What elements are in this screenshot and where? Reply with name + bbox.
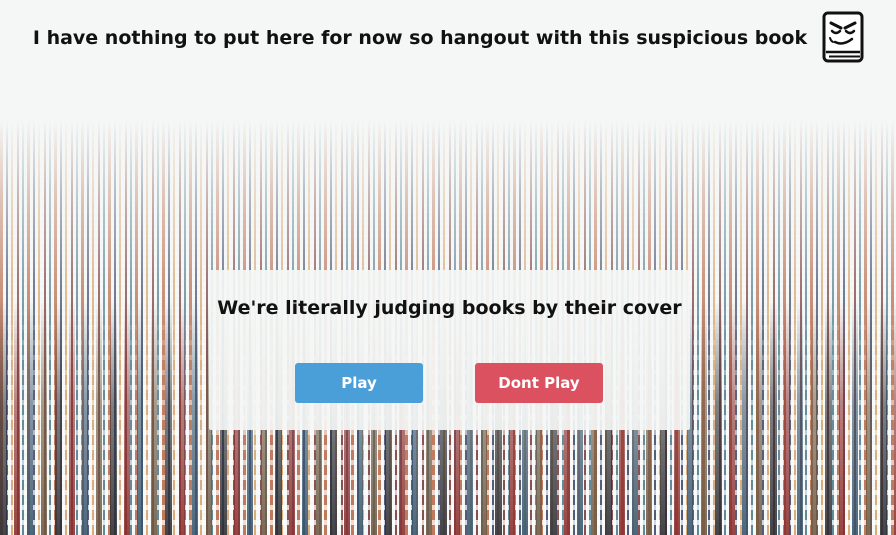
suspicious-book-icon bbox=[822, 11, 864, 63]
books-background bbox=[0, 0, 896, 535]
page-header: I have nothing to put here for now so ha… bbox=[0, 0, 896, 78]
play-button[interactable]: Play bbox=[295, 363, 423, 403]
card-title: We're literally judging books by their c… bbox=[217, 297, 682, 319]
header-title: I have nothing to put here for now so ha… bbox=[32, 26, 808, 49]
game-card: We're literally judging books by their c… bbox=[209, 270, 690, 430]
dont-play-button[interactable]: Dont Play bbox=[475, 363, 603, 403]
